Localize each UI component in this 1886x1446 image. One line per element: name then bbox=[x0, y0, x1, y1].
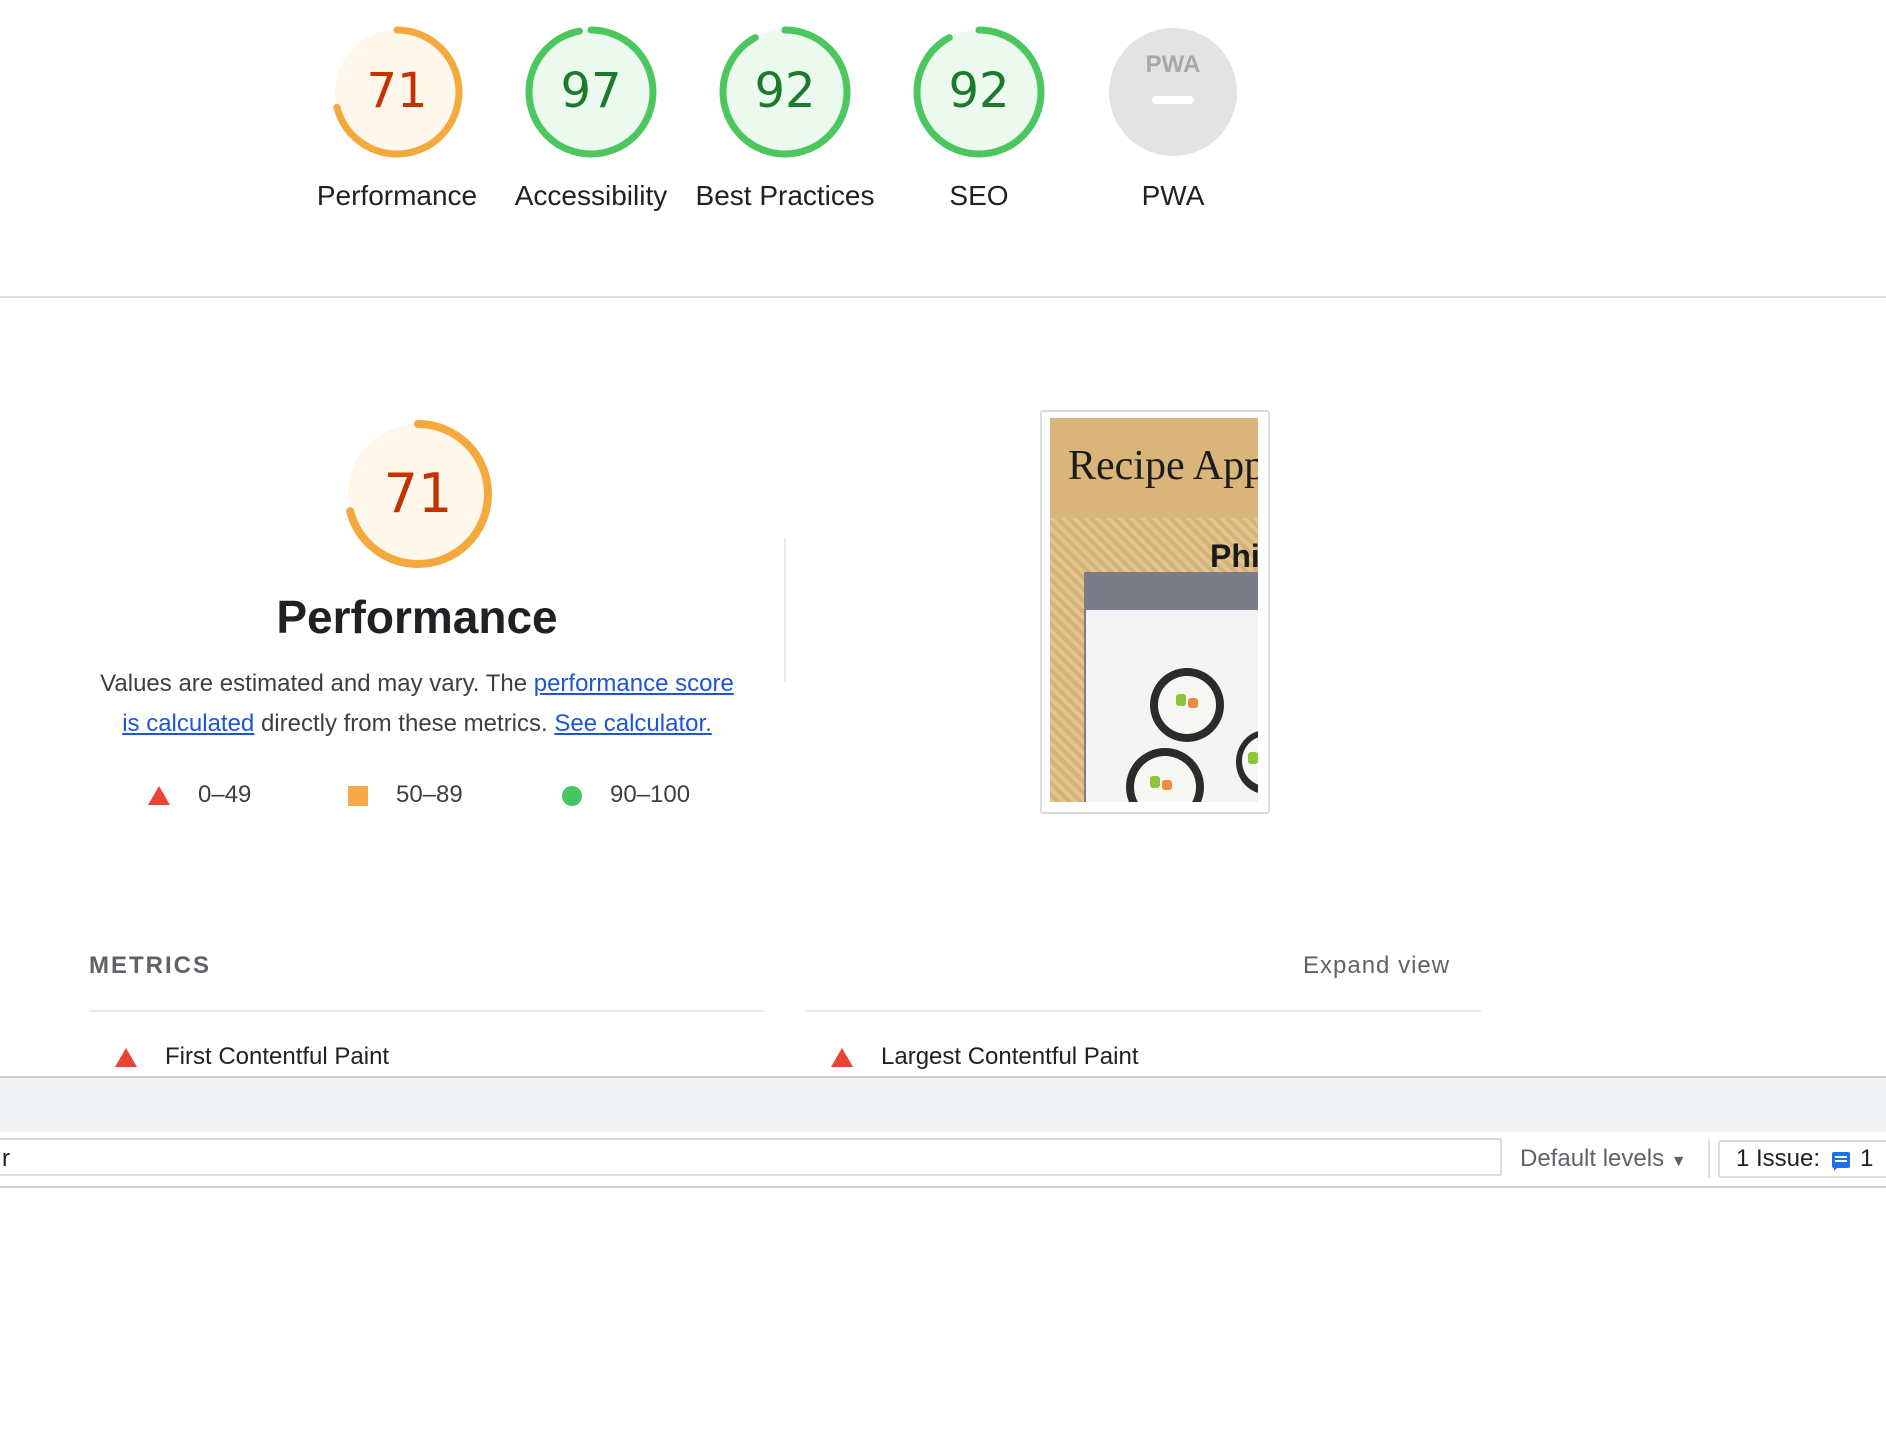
gauge-accessibility[interactable]: 97 Accessibility bbox=[496, 0, 686, 211]
triangle-icon bbox=[148, 786, 170, 806]
performance-score-value: 71 bbox=[383, 462, 453, 525]
legend-pass: 90–100 bbox=[562, 780, 690, 810]
score-value: 97 bbox=[560, 63, 622, 119]
legend-fail: 0–49 bbox=[148, 780, 251, 810]
desc-middle: directly from these metrics. bbox=[254, 710, 555, 737]
gauge-best-practices[interactable]: 92 Best Practices bbox=[690, 0, 880, 211]
desc-prefix: Values are estimated and may vary. The bbox=[100, 670, 534, 697]
circle-icon bbox=[562, 785, 582, 806]
score-value: 92 bbox=[948, 63, 1010, 119]
metrics-heading: METRICS bbox=[89, 952, 211, 979]
legend-range: 90–100 bbox=[610, 781, 691, 808]
default-levels-dropdown[interactable]: Default levels ▼ bbox=[1520, 1142, 1687, 1179]
legend-range: 50–89 bbox=[396, 781, 463, 808]
vertical-divider bbox=[784, 538, 786, 682]
gauge-label: SEO bbox=[949, 180, 1009, 211]
section-divider bbox=[0, 296, 1886, 298]
metrics-rule bbox=[89, 1010, 765, 1012]
toolbar-separator bbox=[1708, 1140, 1710, 1178]
console-filter-input[interactable]: r bbox=[0, 1138, 1502, 1176]
pwa-dash bbox=[1152, 96, 1194, 104]
dropdown-arrow-icon: ▼ bbox=[1670, 1153, 1687, 1170]
metric-label: First Contentful Paint bbox=[165, 1043, 390, 1070]
levels-label: Default levels bbox=[1520, 1145, 1665, 1172]
gauge-label: Best Practices bbox=[695, 180, 875, 211]
legend-range: 0–49 bbox=[198, 781, 252, 808]
thumb-subtitle: Phi bbox=[1210, 538, 1258, 574]
issue-message-icon bbox=[1832, 1151, 1851, 1171]
metrics-rule bbox=[805, 1010, 1481, 1012]
fail-triangle-icon bbox=[831, 1048, 853, 1068]
see-calculator-link[interactable]: See calculator. bbox=[554, 710, 711, 737]
thumb-header-title: Recipe App bbox=[1068, 443, 1258, 489]
fail-triangle-icon bbox=[115, 1048, 137, 1068]
page-screenshot: Recipe App Phi bbox=[1050, 418, 1258, 802]
issues-counter-button[interactable]: 1 Issue: 1 bbox=[1718, 1140, 1886, 1178]
legend-average: 50–89 bbox=[348, 780, 463, 810]
gauge-pwa[interactable]: PWA PWA bbox=[1078, 0, 1268, 211]
metric-label: Largest Contentful Paint bbox=[881, 1043, 1139, 1070]
issues-count: 1 bbox=[1860, 1145, 1874, 1172]
gauge-label: PWA bbox=[1141, 180, 1205, 211]
score-value: 92 bbox=[754, 63, 816, 119]
pwa-badge-text: PWA bbox=[1146, 51, 1201, 78]
metric-first-contentful-paint[interactable]: First Contentful Paint bbox=[115, 1042, 389, 1072]
gauge-performance[interactable]: 71 Performance bbox=[302, 0, 492, 211]
expand-view-button[interactable]: Expand view bbox=[1303, 952, 1450, 980]
performance-title: Performance bbox=[276, 591, 558, 643]
performance-description: Values are estimated and may vary. The p… bbox=[90, 664, 744, 744]
square-icon bbox=[348, 785, 368, 806]
gauge-label: Accessibility bbox=[514, 180, 668, 211]
score-value: 71 bbox=[366, 63, 428, 119]
sushi-roll bbox=[1150, 668, 1224, 742]
pwa-badge-icon: PWA bbox=[1109, 28, 1237, 156]
metric-largest-contentful-paint[interactable]: Largest Contentful Paint bbox=[831, 1042, 1139, 1072]
gauge-seo[interactable]: 92 SEO bbox=[884, 0, 1074, 211]
gauge-label: Performance bbox=[316, 180, 478, 211]
devtools-drawer-toolbar bbox=[0, 1076, 1886, 1134]
issues-label: 1 Issue: bbox=[1736, 1145, 1821, 1172]
